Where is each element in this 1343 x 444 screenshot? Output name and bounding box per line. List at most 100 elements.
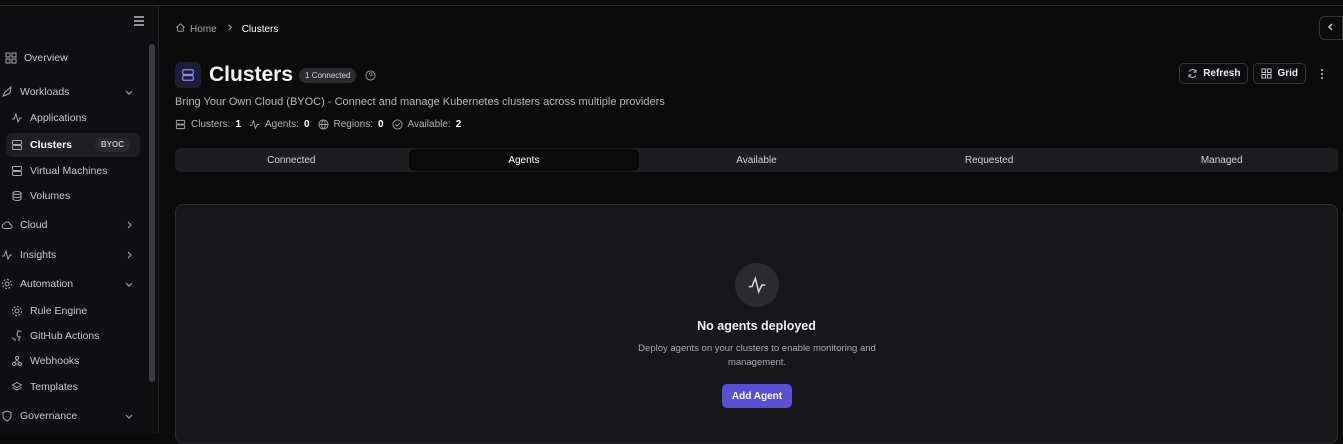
github-icon	[10, 329, 24, 343]
breadcrumb-current: Clusters	[241, 23, 279, 35]
check-circle-icon	[391, 119, 403, 130]
cloud-icon	[0, 218, 14, 232]
sidebar-item-applications[interactable]: Applications	[10, 106, 140, 130]
activity-icon	[10, 111, 24, 125]
chevron-down-icon	[124, 87, 134, 97]
sidebar-item-workloads[interactable]: Workloads	[0, 80, 148, 104]
stat-label: Available:	[407, 119, 451, 130]
sidebar-item-templates[interactable]: Templates	[10, 375, 140, 399]
page-subtitle: Bring Your Own Cloud (BYOC) - Connect an…	[175, 96, 665, 108]
sidebar-item-label: Clusters	[30, 139, 73, 151]
globe-icon	[317, 119, 329, 130]
shield-icon	[0, 409, 14, 423]
empty-state-card: No agents deployed Deploy agents on your…	[175, 204, 1338, 444]
sidebar-item-label: Webhooks	[30, 355, 80, 367]
sidebar-item-rule-engine[interactable]: Rule Engine	[10, 299, 140, 323]
breadcrumb-home[interactable]: Home	[190, 24, 217, 35]
stats-row: Clusters: 1 Agents: 0 Regions: 0 Availab…	[175, 119, 469, 130]
sidebar-item-label: Templates	[30, 381, 78, 393]
sidebar-item-governance[interactable]: Governance	[0, 404, 148, 428]
breadcrumb: Home Clusters	[175, 22, 278, 36]
gear-icon	[10, 304, 24, 318]
sidebar-item-label: GitHub Actions	[30, 330, 100, 342]
tab-managed[interactable]: Managed	[1106, 149, 1337, 171]
grid-label: Grid	[1277, 68, 1298, 79]
home-icon[interactable]	[175, 22, 186, 36]
sidebar-item-volumes[interactable]: Volumes	[10, 184, 140, 208]
server-icon	[10, 138, 24, 152]
sidebar-item-virtual-machines[interactable]: Virtual Machines	[10, 159, 140, 183]
sidebar-item-label: Volumes	[30, 190, 71, 202]
more-options-icon[interactable]	[1315, 63, 1329, 84]
sidebar-item-label: Governance	[20, 410, 78, 422]
stat-label: Clusters:	[191, 119, 231, 130]
sidebar-item-label: Applications	[30, 112, 87, 124]
stat-agents: Agents: 0	[249, 119, 310, 130]
stat-available: Available: 2	[391, 119, 462, 130]
chevron-right-icon	[225, 23, 234, 35]
sidebar-item-github-actions[interactable]: GitHub Actions	[10, 324, 140, 348]
header-actions: Refresh Grid	[1179, 63, 1329, 84]
activity-icon	[735, 263, 779, 307]
activity-icon	[0, 248, 14, 262]
chevron-left-icon	[1326, 22, 1336, 35]
sidebar-item-cloud[interactable]: Cloud	[0, 213, 148, 237]
help-icon[interactable]	[365, 69, 376, 81]
page-title: Clusters	[209, 63, 294, 86]
chevron-right-icon	[124, 220, 134, 230]
sidebar-scrollbar[interactable]	[149, 44, 155, 382]
webhook-icon	[10, 354, 24, 368]
tab-connected[interactable]: Connected	[176, 149, 407, 171]
stat-value: 1	[235, 119, 242, 130]
tab-requested[interactable]: Requested	[874, 149, 1105, 171]
stat-label: Agents:	[265, 119, 299, 130]
gear-icon	[0, 277, 14, 291]
stat-value: 0	[377, 119, 384, 130]
sidebar-item-label: Automation	[20, 278, 74, 290]
page-header: Clusters 1 Connected	[175, 62, 376, 88]
menu-icon[interactable]	[132, 14, 146, 28]
tab-agents[interactable]: Agents	[408, 149, 640, 171]
chevron-down-icon	[124, 279, 134, 289]
collapse-panel-button[interactable]	[1319, 16, 1343, 40]
database-icon	[10, 189, 24, 203]
add-agent-button[interactable]: Add Agent	[722, 384, 792, 408]
sidebar-item-webhooks[interactable]: Webhooks	[10, 349, 140, 373]
server-icon	[10, 164, 24, 178]
refresh-button[interactable]: Refresh	[1179, 63, 1249, 84]
stat-value: 0	[303, 119, 310, 130]
tab-bar: Connected Agents Available Requested Man…	[175, 148, 1338, 172]
grid-icon	[1261, 68, 1272, 79]
sidebar: Overview Workloads Applications Clusters…	[0, 6, 159, 433]
stat-label: Regions:	[333, 119, 373, 130]
empty-state-title: No agents deployed	[697, 319, 816, 333]
stat-value: 2	[455, 119, 462, 130]
grid-icon	[4, 51, 18, 65]
status-badge: 1 Connected	[299, 67, 357, 83]
sidebar-item-label: Virtual Machines	[30, 165, 108, 177]
rocket-icon	[0, 85, 14, 99]
sidebar-item-label: Overview	[24, 52, 68, 64]
sidebar-item-label: Cloud	[20, 219, 48, 231]
layers-icon	[10, 380, 24, 394]
stat-regions: Regions: 0	[317, 119, 384, 130]
grid-view-button[interactable]: Grid	[1253, 63, 1306, 84]
sidebar-item-automation[interactable]: Automation	[0, 272, 148, 296]
sidebar-item-insights[interactable]: Insights	[0, 243, 148, 267]
sidebar-item-label: Rule Engine	[30, 305, 88, 317]
empty-state-description: Deploy agents on your clusters to enable…	[638, 343, 876, 368]
sidebar-item-overview[interactable]: Overview	[4, 46, 152, 70]
server-icon	[175, 62, 201, 88]
sidebar-item-label: Insights	[20, 249, 57, 261]
server-icon	[175, 119, 186, 130]
byoc-badge: BYOC	[94, 138, 130, 152]
sidebar-item-clusters[interactable]: Clusters BYOC	[6, 133, 140, 157]
main-content: Home Clusters Clusters 1 Connected Bring…	[159, 6, 1343, 444]
refresh-icon	[1187, 68, 1198, 79]
tab-available[interactable]: Available	[641, 149, 872, 171]
stat-clusters: Clusters: 1	[175, 119, 241, 130]
refresh-label: Refresh	[1203, 68, 1241, 79]
chevron-right-icon	[124, 250, 134, 260]
chevron-down-icon	[124, 411, 134, 421]
sidebar-item-label: Workloads	[20, 86, 70, 98]
